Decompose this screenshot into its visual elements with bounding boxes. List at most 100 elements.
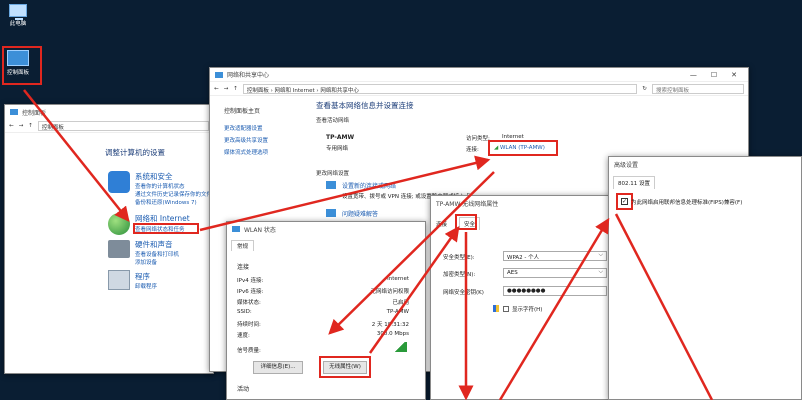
control-panel-highlight bbox=[2, 46, 42, 85]
shield-icon bbox=[108, 171, 130, 193]
nsc-heading: 查看基本网络信息并设置连接 bbox=[316, 101, 414, 110]
security-key-label: 网络安全密钥(K) bbox=[443, 290, 484, 296]
forward-arrow-icon[interactable]: → bbox=[19, 123, 24, 129]
encryption-type-value: AES bbox=[507, 270, 518, 276]
control-panel-icon bbox=[10, 109, 18, 115]
breadcrumb-item[interactable]: 网络和共享中心 bbox=[320, 88, 359, 93]
up-arrow-icon[interactable]: ↑ bbox=[28, 123, 33, 129]
security-tab-highlight bbox=[455, 214, 477, 230]
nsc-title: 网络和共享中心 bbox=[227, 72, 270, 79]
media-value: 已启用 bbox=[392, 300, 409, 306]
access-type-label: 访问类型: bbox=[466, 136, 490, 142]
security-key-input[interactable]: ●●●●●●●● bbox=[503, 286, 607, 296]
ssid-label: SSID: bbox=[237, 309, 252, 315]
wifi-icon bbox=[232, 226, 240, 232]
cp-titlebar: 控制面板 bbox=[5, 105, 213, 119]
wlan-status-titlebar: WLAN 状态 bbox=[227, 222, 425, 236]
speed-value: 300.0 Mbps bbox=[376, 331, 409, 337]
programs-icon bbox=[108, 270, 130, 290]
cat-system-link-2[interactable]: 通过文件历史记录保存你的文件备份副本 bbox=[135, 190, 213, 198]
cat-programs[interactable]: 程序 bbox=[135, 271, 150, 282]
ipv6-value: 无网络访问权限 bbox=[370, 289, 409, 295]
side-home-link[interactable]: 控制面板主页 bbox=[224, 106, 260, 115]
this-pc-desktop-icon[interactable]: 此电脑 bbox=[0, 4, 36, 27]
side-change-adapter[interactable]: 更改适配器设置 bbox=[224, 124, 263, 132]
security-key-value: ●●●●●●●● bbox=[507, 288, 546, 294]
network-status-highlight bbox=[133, 223, 199, 234]
cat-hardware-sound[interactable]: 硬件和声音 bbox=[135, 239, 173, 250]
troubleshoot-link[interactable]: 问题疑难解答 bbox=[342, 209, 378, 218]
cp-path[interactable]: 控制面板 bbox=[37, 120, 209, 131]
cat-system-security[interactable]: 系统和安全 bbox=[135, 171, 173, 182]
back-arrow-icon[interactable]: ← bbox=[9, 123, 14, 129]
encryption-type-select[interactable]: AES bbox=[503, 268, 607, 278]
nsc-titlebar: 网络和共享中心 — ☐ ✕ bbox=[210, 68, 748, 82]
ipv6-label: IPv6 连接: bbox=[237, 289, 264, 295]
advanced-settings-dialog: 高级设置 802.11 设置 ✓ 为此网络启用联邦信息处理标准(FIPS)兼容(… bbox=[608, 156, 802, 400]
security-type-label: 安全类型(E): bbox=[443, 255, 475, 261]
duration-value: 2 天 18:31:32 bbox=[371, 322, 409, 328]
search-placeholder: 搜索控制面板 bbox=[656, 87, 690, 94]
fips-label: 为此网络启用联邦信息处理标准(FIPS)兼容(F) bbox=[631, 200, 743, 206]
side-advanced-sharing[interactable]: 更改高级共享设置 bbox=[224, 136, 268, 144]
details-button[interactable]: 详细信息(E)... bbox=[253, 361, 303, 374]
wireless-props-title: TP-AMW 无线网络属性 bbox=[436, 200, 499, 208]
duration-label: 持续时间: bbox=[237, 322, 261, 328]
encryption-type-label: 加密类型(N): bbox=[443, 272, 476, 278]
network-type: 专用网络 bbox=[326, 146, 349, 152]
security-type-select[interactable]: WPA2 - 个人 bbox=[503, 251, 607, 261]
tab-connection[interactable]: 连接 bbox=[436, 220, 447, 228]
show-characters-checkbox[interactable] bbox=[503, 306, 509, 312]
computer-icon bbox=[9, 4, 27, 20]
uac-shield-icon bbox=[493, 305, 499, 312]
ipv4-value: Internet bbox=[387, 276, 409, 282]
active-networks-label: 查看活动网络 bbox=[316, 118, 350, 124]
cp-address-bar: ← → ↑ 控制面板 bbox=[5, 119, 213, 133]
wlan-link-highlight bbox=[488, 140, 558, 156]
tab-80211[interactable]: 802.11 设置 bbox=[613, 176, 655, 189]
printer-icon bbox=[108, 240, 130, 258]
maximize-icon[interactable]: ☐ bbox=[711, 71, 717, 79]
wlan-status-title: WLAN 状态 bbox=[244, 226, 276, 234]
wlan-status-dialog: WLAN 状态 常规 连接 IPv4 连接: Internet IPv6 连接:… bbox=[226, 221, 426, 400]
signal-quality-label: 信号质量: bbox=[237, 348, 261, 354]
network-icon bbox=[215, 71, 223, 78]
close-icon[interactable]: ✕ bbox=[731, 71, 737, 79]
breadcrumb-item[interactable]: 控制面板 bbox=[247, 88, 269, 93]
cat-system-link-3[interactable]: 备份和还原(Windows 7) bbox=[135, 198, 197, 206]
this-pc-label: 此电脑 bbox=[9, 21, 27, 27]
forward-arrow-icon[interactable]: → bbox=[224, 86, 229, 92]
control-panel-window: 控制面板 ← → ↑ 控制面板 调整计算机的设置 系统和安全 查看你的计算机状态… bbox=[4, 104, 214, 374]
wireless-props-titlebar: TP-AMW 无线网络属性 bbox=[431, 196, 611, 210]
security-type-value: WPA2 - 个人 bbox=[507, 255, 540, 261]
breadcrumb-item[interactable]: 网络和 Internet bbox=[275, 88, 315, 93]
side-media-streaming[interactable]: 媒体流式处理选项 bbox=[224, 148, 268, 156]
search-input[interactable]: 搜索控制面板 bbox=[652, 83, 744, 94]
cat-hardware-link-2[interactable]: 添加设备 bbox=[135, 258, 157, 266]
connection-label: 连接: bbox=[466, 147, 479, 153]
tab-general[interactable]: 常规 bbox=[231, 240, 255, 251]
refresh-icon[interactable]: ↻ bbox=[642, 86, 647, 92]
media-label: 媒体状态: bbox=[237, 300, 261, 306]
nsc-breadcrumb[interactable]: 控制面板 › 网络和 Internet › 网络和共享中心 bbox=[242, 83, 638, 94]
setup-connection-link[interactable]: 设置新的连接或网络 bbox=[342, 181, 396, 190]
cat-programs-link-1[interactable]: 卸载程序 bbox=[135, 282, 157, 290]
activity-section: 活动 bbox=[237, 386, 250, 393]
up-arrow-icon[interactable]: ↑ bbox=[233, 86, 238, 92]
signal-bars-icon bbox=[393, 342, 407, 352]
wireless-props-highlight bbox=[319, 356, 371, 378]
back-arrow-icon[interactable]: ← bbox=[214, 86, 219, 92]
speed-label: 速度: bbox=[237, 333, 250, 339]
cat-system-link-1[interactable]: 查看你的计算机状态 bbox=[135, 182, 185, 190]
change-settings-label: 更改网络设置 bbox=[316, 171, 350, 177]
cat-hardware-link-1[interactable]: 查看设备和打印机 bbox=[135, 250, 179, 258]
network-name: TP-AMW bbox=[326, 134, 355, 141]
troubleshoot-icon bbox=[326, 209, 336, 217]
show-characters-label: 显示字符(H) bbox=[512, 307, 543, 313]
minimize-icon[interactable]: — bbox=[690, 71, 697, 79]
cp-heading: 调整计算机的设置 bbox=[105, 148, 165, 157]
new-connection-icon bbox=[326, 181, 336, 189]
ipv4-label: IPv4 连接: bbox=[237, 278, 264, 284]
network-globe-icon bbox=[108, 213, 130, 235]
connection-section: 连接 bbox=[237, 264, 250, 271]
